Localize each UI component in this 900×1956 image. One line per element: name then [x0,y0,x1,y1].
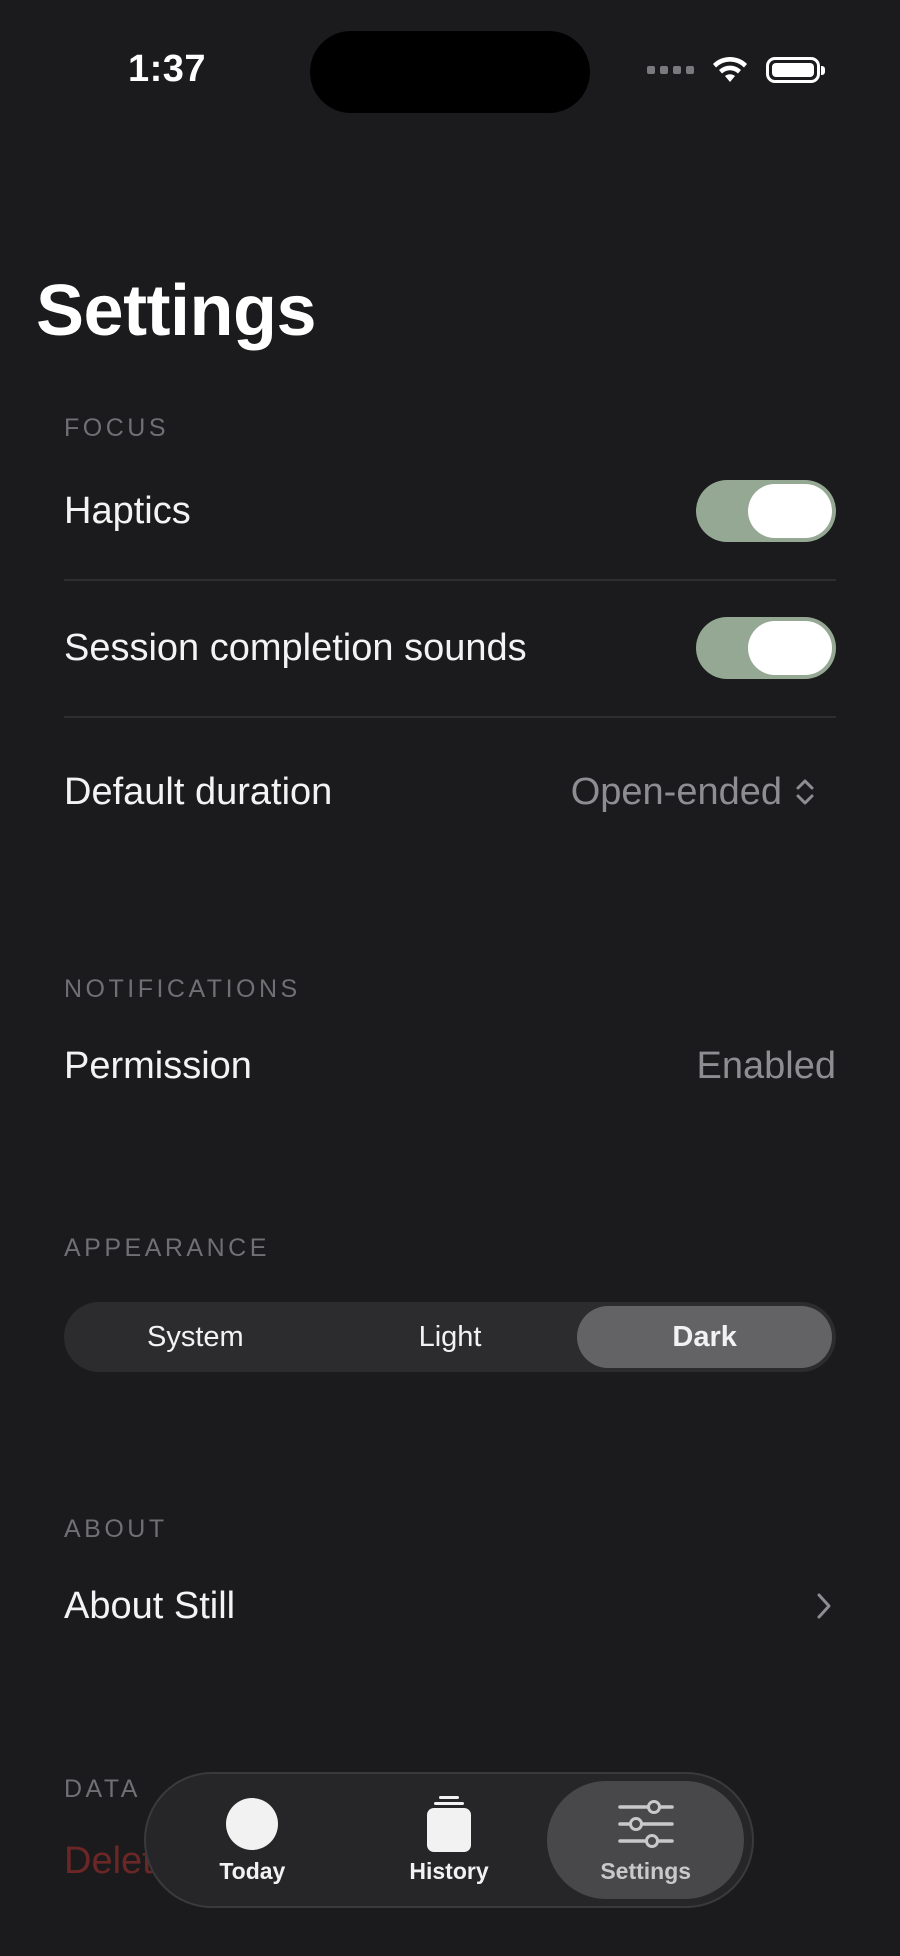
tab-bar: Today History Settings [144,1772,754,1908]
battery-icon [766,57,825,83]
permission-label: Permission [64,1044,252,1087]
sounds-row: Session completion sounds [64,617,836,679]
status-time: 1:37 [128,48,207,90]
haptics-label: Haptics [64,489,191,532]
toggle-knob [748,621,832,675]
tab-today[interactable]: Today [154,1781,351,1899]
permission-row: Permission Enabled [64,1036,836,1096]
sounds-toggle[interactable] [696,617,836,679]
appearance-segmented-control: System Light Dark [64,1302,836,1372]
haptics-toggle[interactable] [696,480,836,542]
about-row[interactable]: About Still [64,1576,836,1636]
section-header-about: ABOUT [64,1515,168,1543]
tab-settings[interactable]: Settings [547,1781,745,1899]
default-duration-row: Default duration Open-ended [64,762,836,822]
cellular-signal-icon [647,66,694,74]
permission-value: Enabled [696,1044,836,1087]
default-duration-label: Default duration [64,770,333,813]
tab-history-label: History [409,1857,489,1884]
toggle-knob [748,484,832,538]
tab-settings-label: Settings [600,1857,692,1884]
section-header-appearance: APPEARANCE [64,1234,270,1262]
sounds-label: Session completion sounds [64,626,527,669]
segment-dark[interactable]: Dark [577,1306,833,1368]
chevron-up-down-icon [796,779,814,805]
circle-icon [225,1796,279,1852]
segment-system[interactable]: System [68,1306,323,1368]
tab-history[interactable]: History [351,1781,548,1899]
section-header-notifications: NOTIFICATIONS [64,975,301,1003]
default-duration-picker[interactable]: Open-ended [571,771,816,814]
stack-icon [425,1795,473,1852]
section-header-data: DATA [64,1775,141,1803]
status-icons [647,56,825,84]
divider [64,716,836,718]
wifi-icon [713,56,747,82]
tab-today-label: Today [219,1857,286,1884]
segment-light[interactable]: Light [323,1306,578,1368]
haptics-row: Haptics [64,480,836,542]
divider [64,579,836,581]
sliders-icon [617,1796,674,1852]
page-title: Settings [36,271,317,351]
about-label: About Still [64,1584,236,1627]
dynamic-island [310,31,590,113]
section-header-focus: FOCUS [64,414,169,442]
chevron-right-icon [817,1593,831,1619]
status-bar: 1:37 [0,0,900,130]
default-duration-value: Open-ended [570,770,782,813]
